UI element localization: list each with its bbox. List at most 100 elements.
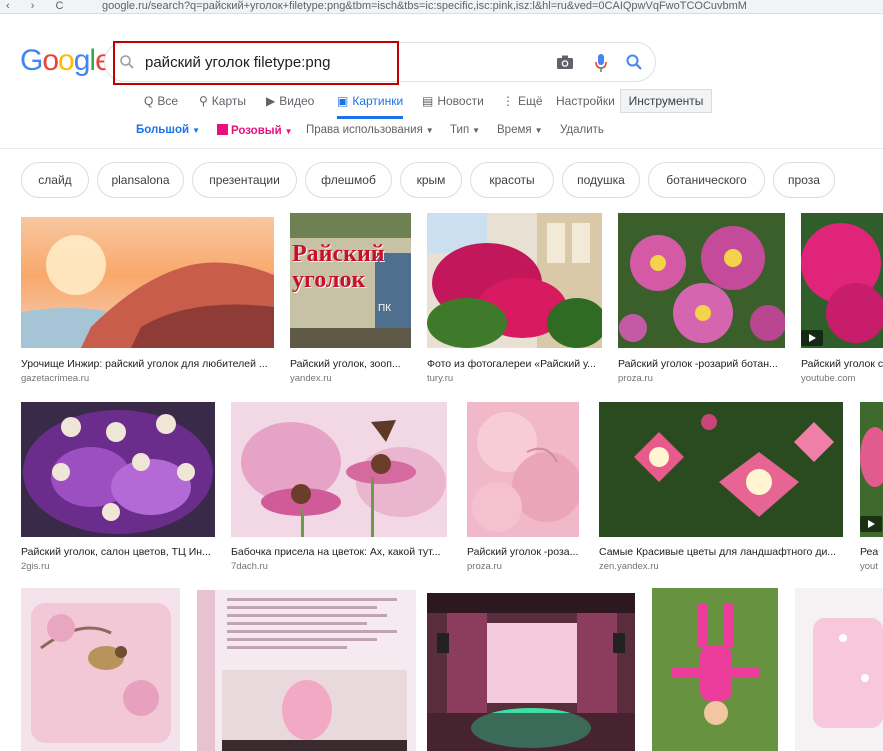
camera-icon[interactable] — [556, 54, 574, 70]
sign-small-text: ПК — [378, 303, 392, 314]
caret-down-icon: ▼ — [192, 126, 200, 135]
tab-label: Все — [157, 94, 179, 108]
time-filter[interactable]: Время ▼ — [497, 124, 543, 136]
chip[interactable]: крым — [400, 162, 462, 198]
tab-label: Карты — [211, 94, 246, 108]
google-logo[interactable]: Google — [20, 44, 112, 78]
sign-text: Райский уголок — [292, 241, 385, 293]
logo-letter: g — [73, 44, 91, 77]
tab-maps[interactable]: ⚲ Карты — [199, 92, 246, 112]
search-icon: Q — [144, 94, 154, 108]
result-source[interactable]: yout — [860, 561, 883, 572]
tab-images[interactable]: ▣ Картинки — [337, 92, 404, 119]
related-searches-chips: слайд plansalona презентации флешмоб кры… — [0, 162, 883, 198]
rights-filter[interactable]: Права использования ▼ — [306, 124, 434, 136]
result-title[interactable]: Райский уголок -роза... — [467, 546, 579, 558]
clear-filters-link[interactable]: Удалить — [560, 124, 604, 136]
result-source[interactable]: youtube.com — [801, 373, 883, 384]
result-image-pink-suit[interactable] — [652, 588, 778, 751]
result-title[interactable]: Бабочка присела на цветок: Ах, какой тут… — [231, 546, 447, 558]
result-image-roses[interactable] — [618, 213, 785, 348]
chip[interactable]: проза — [773, 162, 835, 198]
tab-news[interactable]: ▤ Новости — [422, 92, 484, 112]
result-image-pink-pillow[interactable] — [795, 588, 883, 751]
size-filter[interactable]: Большой ▼ — [136, 124, 200, 136]
chip[interactable]: красоты — [470, 162, 554, 198]
video-icon: ▶ — [266, 94, 276, 108]
result-image-columbine[interactable] — [599, 402, 843, 537]
browser-url-bar[interactable]: ‹ › C google.ru/search?q=райский+уголок+… — [0, 0, 883, 14]
result-image-bouquet[interactable] — [21, 402, 215, 537]
result-source[interactable]: gazetacrimea.ru — [21, 373, 274, 384]
tools-button[interactable]: Инструменты — [620, 89, 712, 113]
microphone-icon[interactable] — [594, 53, 608, 73]
caret-down-icon: ▼ — [284, 127, 293, 136]
query-highlight-box — [113, 41, 399, 85]
result-source[interactable]: yandex.ru — [290, 373, 411, 384]
result-title[interactable]: Райский уголок с — [801, 358, 883, 370]
result-source[interactable]: proza.ru — [467, 561, 579, 572]
tab-all[interactable]: Q Все — [144, 92, 178, 112]
size-filter-label: Большой — [136, 124, 190, 136]
image-filters-bar: Большой ▼ Розовый ▼ Права использования ▼ Т… — [0, 124, 883, 142]
more-vertical-icon: ⋮ — [502, 94, 514, 108]
caret-down-icon: ▼ — [425, 126, 434, 135]
result-source[interactable]: tury.ru — [427, 373, 602, 384]
result-image-butterfly[interactable] — [231, 402, 447, 537]
chip[interactable]: презентации — [192, 162, 297, 198]
rights-filter-label: Права использования — [306, 124, 423, 136]
chip[interactable]: слайд — [21, 162, 89, 198]
result-image-salon-text[interactable] — [197, 590, 416, 751]
chip[interactable]: подушка — [562, 162, 640, 198]
caret-down-icon: ▼ — [472, 126, 481, 135]
tab-label: Видео — [279, 94, 315, 108]
tab-label: Ещё — [518, 94, 543, 108]
result-title[interactable]: Реа — [860, 546, 883, 558]
result-image-mountain-sunset[interactable] — [21, 217, 274, 348]
url-text[interactable]: google.ru/search?q=райский+уголок+filety… — [102, 0, 747, 12]
color-filter[interactable]: Розовый ▼ — [217, 124, 293, 137]
result-source[interactable]: 2gis.ru — [21, 561, 215, 572]
tab-settings[interactable]: Настройки — [556, 92, 615, 112]
color-filter-label: Розовый — [231, 125, 282, 137]
result-image-event-hall[interactable] — [427, 593, 635, 751]
type-filter[interactable]: Тип ▼ — [450, 124, 480, 136]
news-icon: ▤ — [422, 94, 434, 108]
type-filter-label: Тип — [450, 124, 470, 136]
chip[interactable]: флешмоб — [305, 162, 392, 198]
result-image-pink-rose[interactable] — [467, 402, 579, 537]
result-image-partial-video[interactable] — [860, 402, 883, 537]
result-image-pink-flowers-video[interactable] — [801, 213, 883, 348]
result-image-sign[interactable]: Райский уголок ПК — [290, 213, 411, 348]
search-tabs: Q Все ⚲ Карты ▶ Видео ▣ Картинки ▤ Новости ⋮ Е… — [0, 92, 883, 119]
result-title[interactable]: Фото из фотогалереи «Райский у... — [427, 358, 602, 370]
caret-down-icon: ▼ — [534, 126, 543, 135]
result-source[interactable]: 7dach.ru — [231, 561, 447, 572]
result-title[interactable]: Урочище Инжир: райский уголок для любите… — [21, 358, 274, 370]
result-title[interactable]: Самые Красивые цветы для ландшафтного ди… — [599, 546, 843, 558]
tab-video[interactable]: ▶ Видео — [266, 92, 314, 112]
chip[interactable]: plansalona — [97, 162, 184, 198]
tab-more[interactable]: ⋮ Ещё — [502, 92, 543, 112]
search-submit-icon[interactable] — [625, 53, 643, 71]
map-pin-icon: ⚲ — [199, 94, 208, 108]
logo-letter: o — [58, 44, 75, 77]
chip[interactable]: ботанического — [648, 162, 765, 198]
play-icon — [860, 516, 882, 532]
result-image-bougainvillea[interactable] — [427, 213, 602, 348]
browser-nav-icons[interactable]: ‹ › C — [6, 0, 72, 12]
color-swatch-icon — [217, 124, 228, 135]
result-title[interactable]: Райский уголок, зооп... — [290, 358, 411, 370]
tab-label: Настройки — [556, 94, 615, 108]
result-title[interactable]: Райский уголок, салон цветов, ТЦ Ин... — [21, 546, 215, 558]
result-source[interactable]: zen.yandex.ru — [599, 561, 843, 572]
result-image-pillow-bird[interactable] — [21, 588, 180, 751]
play-icon — [801, 330, 823, 346]
toolbar-divider — [0, 148, 883, 149]
result-title[interactable]: Райский уголок -розарий ботан... — [618, 358, 785, 370]
image-icon: ▣ — [337, 94, 349, 108]
time-filter-label: Время — [497, 124, 532, 136]
tab-label: Картинки — [352, 94, 404, 108]
result-source[interactable]: proza.ru — [618, 373, 785, 384]
logo-letter: G — [20, 44, 43, 77]
